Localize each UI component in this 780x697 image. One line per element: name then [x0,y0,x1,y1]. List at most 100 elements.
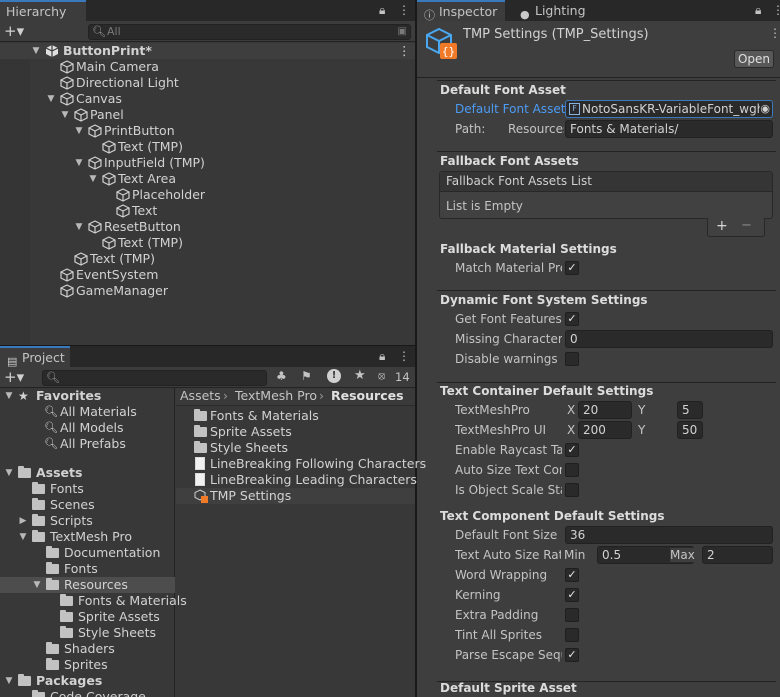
fold-arrow-icon[interactable]: ▼ [74,123,84,139]
auto-size-checkbox[interactable] [565,463,579,477]
hierarchy-scene-row[interactable]: ▼ ButtonPrint* ⋮ [0,43,415,59]
log-filter-icon[interactable]: ! [327,369,341,383]
project-tree-item[interactable]: Fonts [0,481,175,497]
project-tree-item[interactable]: ▼ Resources [0,577,175,593]
hierarchy-item[interactable]: Directional Light [0,75,415,91]
hierarchy-item[interactable]: EventSystem [0,267,415,283]
tab-lighting[interactable]: ● Lighting [513,0,603,21]
open-button[interactable]: Open [734,50,774,68]
project-file-item[interactable]: Sprite Assets [176,424,415,440]
tab-project[interactable]: ▤ Project [0,346,70,368]
hierarchy-item[interactable]: Text [0,203,415,219]
kebab-menu-icon[interactable]: ⋮ [769,26,780,40]
hierarchy-item[interactable]: ▼ InputField (TMP) [0,155,415,171]
path-field[interactable]: Fonts & Materials/ [565,120,773,138]
kebab-menu-icon[interactable]: ⋮ [398,349,410,363]
project-search-input[interactable]: 🔍︎ [42,370,267,386]
hierarchy-item[interactable]: ▼ Text Area [0,171,415,187]
fold-arrow-icon[interactable]: ▼ [4,388,14,404]
favorite-star-icon[interactable]: ★ [354,368,366,383]
add-element-button[interactable]: + [716,218,728,234]
search-type-icon[interactable]: ♣ [276,369,287,383]
hierarchy-item[interactable]: ▼ Canvas [0,91,415,107]
max-field[interactable]: 2 [702,546,773,564]
fold-arrow-icon[interactable]: ▼ [31,43,41,59]
project-tree-item[interactable]: Documentation [0,545,175,561]
hierarchy-item[interactable]: Text (TMP) [0,251,415,267]
hierarchy-item[interactable]: Text (TMP) [0,235,415,251]
project-tree-item[interactable]: Shaders [0,641,175,657]
add-icon[interactable]: +▾ [4,23,24,39]
tint-sprites-checkbox[interactable] [565,628,579,642]
object-scale-checkbox[interactable] [565,483,579,497]
project-tree-item[interactable]: ▶ Scripts [0,513,175,529]
breadcrumb-textmesh[interactable]: TextMesh Pro [235,388,317,404]
project-file-item[interactable]: LineBreaking Following Characters [176,456,426,472]
project-file-item[interactable]: Fonts & Materials [176,408,415,424]
project-file-item[interactable]: Style Sheets [176,440,415,456]
kebab-menu-icon[interactable]: ⋮ [398,3,410,17]
hierarchy-item[interactable]: GameManager [0,283,415,299]
hierarchy-item[interactable]: ▼ Panel [0,107,415,123]
kerning-checkbox[interactable]: ✓ [565,588,579,602]
hierarchy-search-input[interactable]: 🔍︎ All ▣ [88,24,411,40]
project-tree-item[interactable]: Sprites [0,657,175,673]
fold-arrow-icon[interactable]: ▼ [4,673,14,689]
project-tree-item[interactable]: Fonts & Materials [0,593,187,609]
get-font-features-checkbox[interactable]: ✓ [565,312,579,326]
add-icon[interactable]: +▾ [4,369,24,385]
project-tree-item[interactable]: 🔍︎ All Materials [0,404,175,420]
match-material-checkbox[interactable]: ✓ [565,261,579,275]
project-file-item[interactable]: LineBreaking Leading Characters [176,472,417,488]
project-tree-item[interactable]: ▼ ★ Favorites [0,388,175,404]
hierarchy-item[interactable]: ▼ PrintButton [0,123,415,139]
fold-arrow-icon[interactable]: ▼ [32,577,42,593]
tab-inspector[interactable]: ⓘ Inspector [417,0,505,22]
remove-element-button[interactable]: − [741,218,752,233]
tmpui-y-field[interactable]: 50 [677,421,703,439]
hierarchy-item[interactable]: Placeholder [0,187,415,203]
fold-arrow-icon[interactable]: ▼ [60,107,70,123]
hidden-packages-icon[interactable]: ⦻ [378,369,385,383]
hierarchy-item[interactable]: Main Camera [0,59,415,75]
project-tree-item[interactable]: Fonts [0,561,175,577]
fold-arrow-icon[interactable]: ▼ [4,465,14,481]
lock-icon[interactable]: 🔒︎ [379,349,385,364]
project-tree-item[interactable]: 🔍︎ All Prefabs [0,436,175,452]
tmp-y-field[interactable]: 5 [677,401,703,419]
fold-arrow-icon[interactable]: ▼ [46,91,56,107]
raycast-checkbox[interactable]: ✓ [565,443,579,457]
tmpui-x-field[interactable]: 200 [578,421,632,439]
lock-icon[interactable]: 🔒︎ [379,3,385,18]
project-tree-item[interactable]: 🔍︎ All Models [0,420,175,436]
scene-picker-icon[interactable]: ▣ [398,25,407,39]
kebab-menu-icon[interactable]: ⋮ [772,3,780,17]
disable-warnings-checkbox[interactable] [565,352,579,366]
breadcrumb-resources[interactable]: Resources [331,388,404,404]
project-file-item[interactable]: TMP Settings [176,488,415,504]
font-size-field[interactable]: 36 [565,526,773,544]
missing-char-field[interactable]: 0 [565,330,773,348]
word-wrapping-checkbox[interactable]: ✓ [565,568,579,582]
extra-padding-checkbox[interactable] [565,608,579,622]
project-tree-item[interactable]: Style Sheets [0,625,175,641]
default-font-asset-field[interactable]: F NotoSansKR-VariableFont_wght ◉ [565,100,773,118]
breadcrumb-assets[interactable]: Assets [180,388,221,404]
tmp-x-field[interactable]: 20 [578,401,632,419]
fold-arrow-icon[interactable]: ▼ [74,219,84,235]
project-tree-item[interactable]: Code Coverage [0,689,175,697]
project-tree-item[interactable]: Scenes [0,497,175,513]
hierarchy-item[interactable]: Text (TMP) [0,139,415,155]
hierarchy-item[interactable]: ▼ ResetButton [0,219,415,235]
kebab-menu-icon[interactable]: ⋮ [398,43,411,59]
project-tree-item[interactable]: Sprite Assets [0,609,175,625]
project-tree-item[interactable]: ▼ TextMesh Pro [0,529,175,545]
tab-hierarchy[interactable]: Hierarchy [0,0,86,21]
fold-arrow-icon[interactable]: ▶ [18,513,28,529]
object-picker-icon[interactable]: ◉ [760,101,770,117]
label-filter-icon[interactable]: ⚑ [301,369,312,383]
lock-icon[interactable]: 🔒︎ [755,3,761,18]
fold-arrow-icon[interactable]: ▼ [18,529,28,545]
fold-arrow-icon[interactable]: ▼ [74,155,84,171]
project-tree-item[interactable]: ▼ Packages [0,673,175,689]
